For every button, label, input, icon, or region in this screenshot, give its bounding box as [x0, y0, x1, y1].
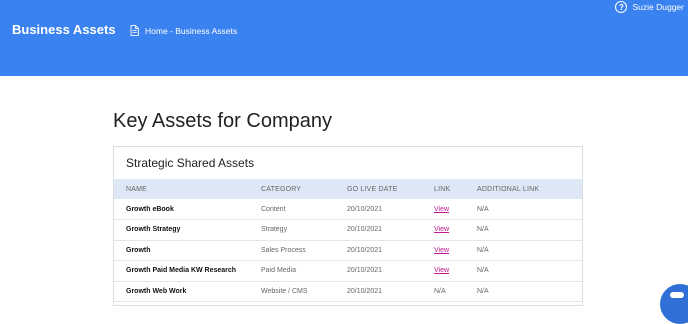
asset-additional-link: N/A [477, 287, 489, 295]
column-header-category: CATEGORY [261, 185, 302, 193]
asset-additional-link: N/A [477, 246, 489, 254]
column-header-additional-link: ADDITIONAL LINK [477, 185, 540, 193]
asset-category: Website / CMS [261, 287, 308, 295]
asset-category: Content [261, 205, 286, 213]
asset-go-live-date: 20/10/2021 [347, 267, 383, 275]
assets-table: NAME CATEGORY GO LIVE DATE LINK ADDITION… [114, 179, 582, 302]
asset-go-live-date: 20/10/2021 [347, 246, 383, 254]
asset-name: Growth eBook [126, 205, 174, 213]
user-menu[interactable]: ? Suzie Dugger [615, 1, 684, 13]
table-row: Growth Strategy Strategy 20/10/2021 View… [114, 220, 582, 241]
asset-category: Sales Process [261, 246, 306, 254]
breadcrumb-text[interactable]: Home - Business Assets [145, 26, 237, 36]
asset-name: Growth Strategy [126, 226, 181, 234]
asset-link-cell: View [422, 220, 465, 241]
asset-go-live-date: 20/10/2021 [347, 226, 383, 234]
user-name[interactable]: Suzie Dugger [632, 2, 684, 12]
asset-go-live-date: 20/10/2021 [347, 287, 383, 295]
view-link[interactable]: View [434, 226, 449, 233]
table-row: Growth Sales Process 20/10/2021 View N/A [114, 240, 582, 261]
asset-link-text: N/A [434, 287, 446, 295]
top-header: Business Assets Home - Business Assets ?… [0, 0, 688, 76]
asset-name: Growth Web Work [126, 287, 187, 295]
column-header-name: NAME [126, 185, 148, 193]
app-title[interactable]: Business Assets [12, 22, 116, 37]
breadcrumb: Home - Business Assets [130, 25, 237, 36]
card-title: Strategic Shared Assets [126, 156, 255, 170]
view-link[interactable]: View [434, 247, 449, 254]
asset-name: Growth Paid Media KW Research [126, 267, 237, 275]
asset-category: Strategy [261, 226, 288, 234]
column-header-link: LINK [434, 185, 451, 193]
asset-additional-link: N/A [477, 205, 489, 213]
asset-link-cell: View [422, 240, 465, 261]
assets-card: Strategic Shared Assets NAME CATEGORY GO… [113, 146, 583, 306]
asset-name: Growth [126, 246, 151, 254]
asset-link-cell: View [422, 261, 465, 282]
asset-category: Paid Media [261, 267, 297, 275]
table-header-row: NAME CATEGORY GO LIVE DATE LINK ADDITION… [114, 179, 582, 199]
asset-link-cell: View [422, 199, 465, 220]
view-link[interactable]: View [434, 206, 449, 213]
table-row: Growth eBook Content 20/10/2021 View N/A [114, 199, 582, 220]
asset-additional-link: N/A [477, 267, 489, 275]
asset-additional-link: N/A [477, 226, 489, 234]
column-header-go-live-date: GO LIVE DATE [347, 185, 398, 193]
asset-go-live-date: 20/10/2021 [347, 205, 383, 213]
table-row: Growth Paid Media KW Research Paid Media… [114, 261, 582, 282]
view-link[interactable]: View [434, 267, 449, 274]
chat-bubble-icon[interactable] [660, 284, 688, 324]
page-title: Key Assets for Company [113, 110, 332, 132]
document-icon [130, 25, 139, 36]
table-row: Growth Web Work Website / CMS 20/10/2021… [114, 281, 582, 302]
help-circle-icon[interactable]: ? [615, 1, 628, 13]
